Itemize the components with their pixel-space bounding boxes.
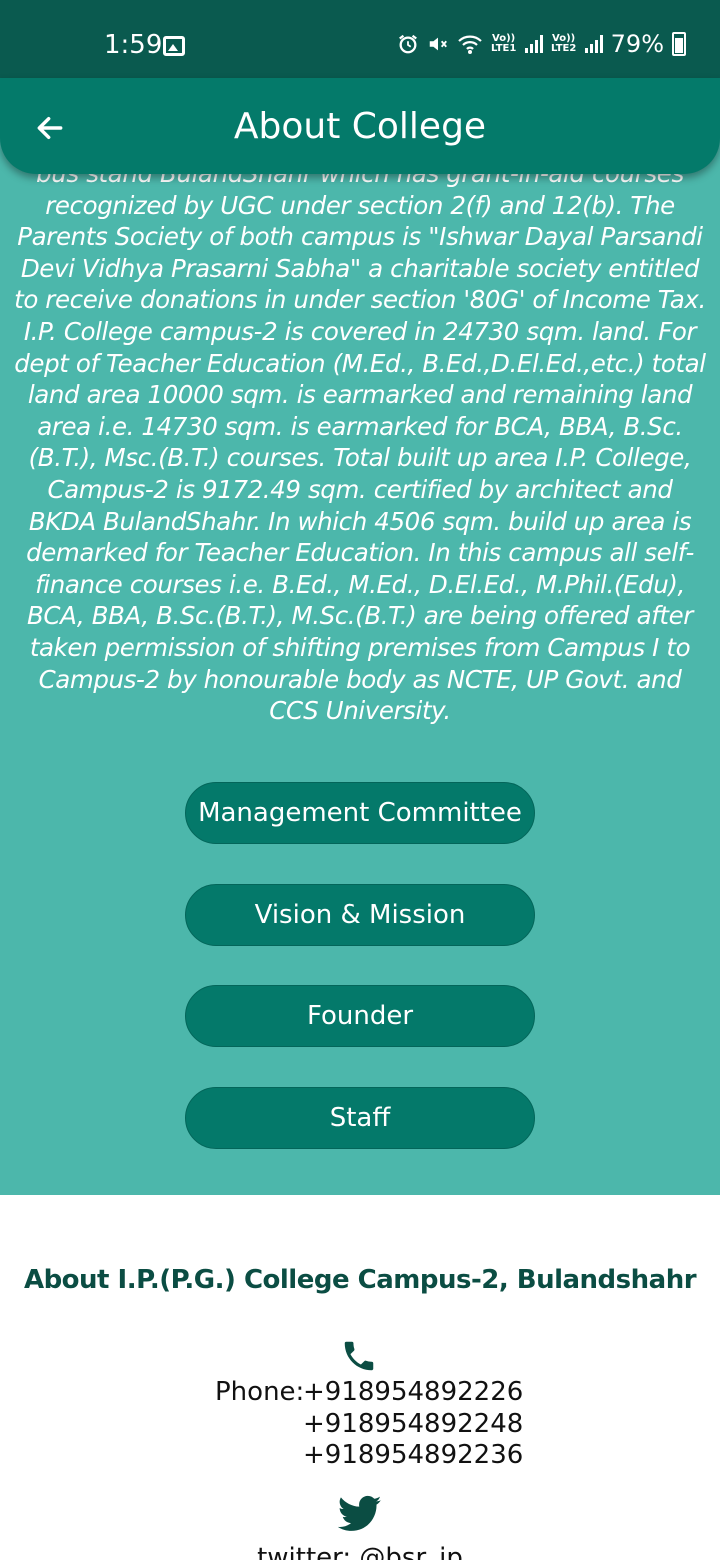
signal-icon (584, 35, 603, 53)
footer: About I.P.(P.G.) College Campus-2, Bulan… (0, 1195, 720, 1560)
sim1-label: Vo)) LTE1 (490, 33, 517, 54)
status-time: 1:59 (104, 30, 163, 60)
about-content-area[interactable]: bus stand BulandShahr which has grant-in… (0, 0, 720, 1195)
footer-title: About I.P.(P.G.) College Campus-2, Bulan… (23, 1265, 697, 1295)
twitter-handle[interactable]: twitter: @bsr_ip (0, 1543, 720, 1560)
founder-button[interactable]: Founder (185, 985, 535, 1047)
mute-icon (429, 37, 447, 51)
app-bar: About College (0, 78, 720, 174)
phone-number-1[interactable]: +918954892226 (303, 1377, 523, 1409)
about-text-body: recognized by UGC under section 2(f) and… (14, 190, 706, 726)
phone-number-2[interactable]: +918954892248 (303, 1409, 523, 1441)
staff-button[interactable]: Staff (185, 1087, 535, 1149)
sim2-label: Vo)) LTE2 (550, 33, 577, 54)
twitter-icon[interactable] (338, 1495, 382, 1533)
battery-icon (672, 32, 686, 56)
phone-icon[interactable] (340, 1337, 378, 1375)
battery-percent: 79% (610, 30, 664, 58)
status-bar: 1:59 Vo)) LTE1 Vo)) LTE2 79% (0, 0, 720, 78)
management-committee-button[interactable]: Management Committee (185, 782, 535, 844)
phone-list: Phone: +918954892226 +918954892248 +9189… (215, 1377, 523, 1472)
page-title: About College (233, 106, 487, 147)
wifi-icon (457, 35, 482, 54)
about-text: bus stand BulandShahr which has grant-in… (14, 158, 706, 727)
status-icons: Vo)) LTE1 Vo)) LTE2 79% (397, 30, 686, 58)
image-icon (163, 36, 185, 56)
alarm-icon (398, 34, 417, 54)
signal-icon (524, 35, 543, 53)
vision-mission-button[interactable]: Vision & Mission (185, 884, 535, 946)
phone-number-3[interactable]: +918954892236 (303, 1440, 523, 1472)
phone-label: Phone: (215, 1377, 305, 1407)
